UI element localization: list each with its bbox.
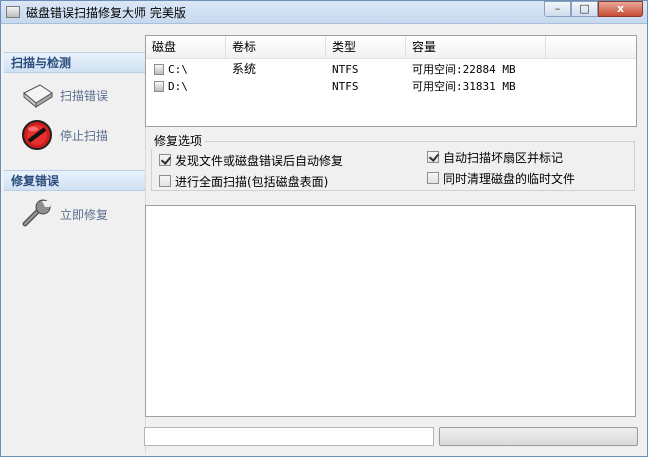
clean-temp-checkbox[interactable] bbox=[427, 172, 439, 184]
table-row[interactable]: C:\ 系统 NTFS 可用空间:22884 MB bbox=[146, 61, 636, 78]
app-window: 磁盘错误扫描修复大师 完美版 – □ x 扫描与检测 扫描错误 停止扫描 修复错… bbox=[0, 0, 648, 457]
auto-repair-label[interactable]: 发现文件或磁盘错误后自动修复 bbox=[175, 152, 343, 169]
progress-bar bbox=[439, 427, 638, 446]
title-bar[interactable]: 磁盘错误扫描修复大师 完美版 – □ x bbox=[1, 1, 647, 24]
column-header-label[interactable]: 卷标 bbox=[226, 36, 326, 58]
drive-icon bbox=[154, 81, 164, 92]
bad-sector-label[interactable]: 自动扫描坏扇区并标记 bbox=[443, 149, 563, 166]
window-title: 磁盘错误扫描修复大师 完美版 bbox=[26, 6, 186, 20]
section-scan-title: 扫描与检测 bbox=[4, 52, 145, 73]
column-header-capacity[interactable]: 容量 bbox=[406, 36, 546, 58]
full-scan-checkbox[interactable] bbox=[159, 175, 171, 187]
auto-repair-checkbox[interactable] bbox=[159, 154, 171, 166]
sidebar: 扫描与检测 扫描错误 停止扫描 修复错误 立即修复 bbox=[4, 49, 146, 453]
scan-errors-button[interactable]: 扫描错误 bbox=[20, 79, 140, 111]
log-output[interactable] bbox=[145, 205, 636, 417]
scan-errors-label: 扫描错误 bbox=[60, 89, 109, 103]
stop-icon bbox=[22, 120, 52, 150]
drive-icon bbox=[154, 64, 164, 75]
capacity-cell: 可用空间:31831 MB bbox=[412, 80, 516, 93]
disk-cell: C:\ bbox=[168, 63, 188, 76]
full-scan-label[interactable]: 进行全面扫描(包括磁盘表面) bbox=[175, 173, 328, 190]
section-repair-title: 修复错误 bbox=[4, 170, 145, 191]
close-button[interactable]: x bbox=[598, 1, 643, 17]
hard-drive-icon bbox=[23, 84, 53, 109]
disk-cell: D:\ bbox=[168, 80, 188, 93]
column-header-disk[interactable]: 磁盘 bbox=[146, 36, 226, 58]
maximize-button[interactable]: □ bbox=[571, 1, 598, 17]
type-cell: NTFS bbox=[332, 63, 359, 76]
app-icon bbox=[6, 6, 20, 18]
repair-now-button[interactable]: 立即修复 bbox=[20, 198, 140, 230]
repair-options-title: 修复选项 bbox=[151, 132, 206, 149]
column-header-type[interactable]: 类型 bbox=[326, 36, 406, 58]
drive-list[interactable]: 磁盘 卷标 类型 容量 C:\ 系统 NTFS 可用空间:22884 MB D:… bbox=[145, 35, 637, 127]
type-cell: NTFS bbox=[332, 80, 359, 93]
label-cell: 系统 bbox=[232, 62, 257, 76]
minimize-button[interactable]: – bbox=[544, 1, 571, 17]
repair-now-label: 立即修复 bbox=[60, 208, 109, 222]
drive-list-header: 磁盘 卷标 类型 容量 bbox=[146, 36, 636, 59]
table-row[interactable]: D:\ NTFS 可用空间:31831 MB bbox=[146, 78, 636, 95]
bad-sector-checkbox[interactable] bbox=[427, 151, 439, 163]
capacity-cell: 可用空间:22884 MB bbox=[412, 63, 516, 76]
clean-temp-label[interactable]: 同时清理磁盘的临时文件 bbox=[443, 170, 575, 187]
stop-scan-label: 停止扫描 bbox=[60, 129, 109, 143]
stop-scan-button[interactable]: 停止扫描 bbox=[20, 119, 140, 151]
status-field bbox=[144, 427, 434, 446]
wrench-icon bbox=[22, 199, 51, 227]
